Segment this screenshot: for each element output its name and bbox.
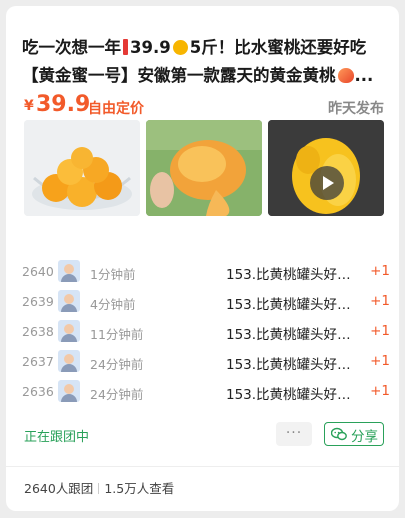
avatar	[58, 350, 80, 372]
order-qty: +1	[370, 353, 390, 369]
title-text-1: 吃一次想一年	[22, 38, 121, 57]
order-number: 2637	[22, 354, 54, 369]
currency-symbol: ¥	[24, 98, 34, 114]
publish-time: 昨天发布	[328, 101, 384, 117]
price-row: ¥ 39.9 自由定价 昨天发布	[24, 92, 384, 120]
stat-separator	[98, 483, 100, 494]
order-item: 153.比黄桃罐头好吃的黄金蜜	[226, 327, 362, 343]
price-value: 39.9	[36, 92, 91, 117]
avatar	[58, 320, 80, 342]
title-ellipsis: ...	[354, 66, 374, 85]
order-qty: +1	[370, 263, 390, 279]
divider	[6, 466, 399, 467]
gallery-video-peach[interactable]	[268, 120, 384, 216]
order-time: 1分钟前	[90, 267, 136, 282]
order-number: 2639	[22, 294, 54, 309]
wechat-icon	[331, 427, 347, 441]
gallery-image-peeled-peach[interactable]	[146, 120, 262, 216]
list-item[interactable]: 2640 1分钟前 153.比黄桃罐头好吃的黄金蜜 +1	[22, 258, 390, 288]
avatar	[58, 380, 80, 402]
gallery-image-peaches-bowl[interactable]	[24, 120, 140, 216]
order-qty: +1	[370, 293, 390, 309]
play-icon[interactable]	[310, 166, 344, 200]
avatar	[58, 260, 80, 282]
order-item: 153.比黄桃罐头好吃的黄金蜜	[226, 267, 362, 283]
order-qty: +1	[370, 323, 390, 339]
order-time: 11分钟前	[90, 327, 144, 342]
price-tag: 自由定价	[88, 101, 144, 117]
list-item[interactable]: 2638 11分钟前 153.比黄桃罐头好吃的黄金蜜 +1	[22, 318, 390, 348]
peaches-in-bowl-icon	[24, 120, 140, 216]
exclamation-icon	[123, 39, 128, 55]
image-gallery	[24, 120, 384, 216]
peach-icon	[337, 68, 354, 83]
more-button[interactable]: ···	[276, 422, 312, 446]
order-time: 4分钟前	[90, 297, 136, 312]
list-item[interactable]: 2639 4分钟前 153.比黄桃罐头好吃的黄金蜜 +1	[22, 288, 390, 318]
order-item: 153.比黄桃罐头好吃的黄金蜜	[226, 297, 362, 313]
group-status: 正在跟团中	[24, 430, 90, 445]
order-number: 2638	[22, 324, 54, 339]
share-label: 分享	[351, 429, 378, 445]
view-count: 1.5万人查看	[104, 481, 175, 496]
group-buy-card[interactable]: 吃一次想一年 39.9 5斤！比水蜜桃还要好吃 【黄金蜜一号】安徽第一款露天的黄金黄…	[6, 6, 399, 511]
joined-count: 2640人跟团	[24, 481, 94, 496]
order-list: 2640 1分钟前 153.比黄桃罐头好吃的黄金蜜 +1 2639 4分钟前 1…	[22, 258, 390, 408]
order-item: 153.比黄桃罐头好吃的黄金蜜	[226, 357, 362, 373]
order-item: 153.比黄桃罐头好吃的黄金蜜	[226, 387, 362, 403]
avatar	[58, 290, 80, 312]
order-time: 24分钟前	[90, 357, 144, 372]
order-number: 2640	[22, 264, 54, 279]
order-number: 2636	[22, 384, 54, 399]
money-bag-icon	[172, 40, 188, 55]
order-qty: +1	[370, 383, 390, 399]
peeled-peach-icon	[146, 120, 262, 216]
share-button[interactable]: 分享	[324, 422, 384, 446]
title-text-2: 39.9	[130, 38, 171, 57]
post-title[interactable]: 吃一次想一年 39.9 5斤！比水蜜桃还要好吃 【黄金蜜一号】安徽第一款露天的黄金黄…	[22, 34, 382, 90]
list-item[interactable]: 2637 24分钟前 153.比黄桃罐头好吃的黄金蜜 +1	[22, 348, 390, 378]
footer-stats: 2640人跟团 1.5万人查看	[24, 478, 174, 497]
order-time: 24分钟前	[90, 387, 144, 402]
list-item[interactable]: 2636 24分钟前 153.比黄桃罐头好吃的黄金蜜 +1	[22, 378, 390, 408]
